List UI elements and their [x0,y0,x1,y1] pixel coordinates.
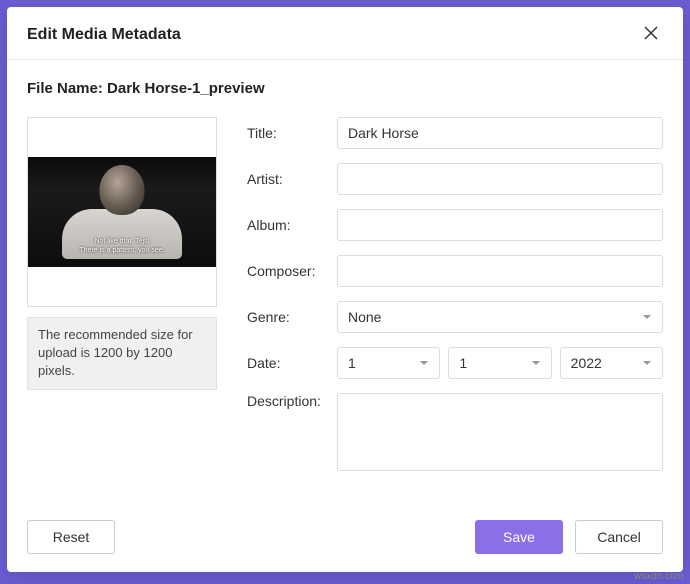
input-album[interactable] [337,209,663,241]
row-title: Title: [247,117,663,149]
cancel-button[interactable]: Cancel [575,520,663,554]
thumbnail-box[interactable]: Not like that, Tejs! There is a pattern,… [27,117,217,307]
file-name-value: Dark Horse-1_preview [107,80,265,97]
thumbnail-image: Not like that, Tejs! There is a pattern,… [28,157,216,267]
input-artist[interactable] [337,163,663,195]
select-genre[interactable]: None [337,301,663,333]
select-year-value: 2022 [571,355,602,371]
modal-title: Edit Media Metadata [27,26,181,44]
select-day-value: 1 [348,355,356,371]
row-composer: Composer: [247,255,663,287]
chevron-down-icon [419,355,429,371]
content-row: Not like that, Tejs! There is a pattern,… [27,117,663,485]
row-artist: Artist: [247,163,663,195]
thumbnail-subtitle: Not like that, Tejs! There is a pattern,… [79,237,164,255]
select-date-day[interactable]: 1 [337,347,440,379]
label-genre: Genre: [247,309,337,325]
modal-body: File Name: Dark Horse-1_preview Not like… [7,60,683,506]
row-description: Description: [247,393,663,471]
footer-right: Save Cancel [475,520,663,554]
edit-metadata-modal: Edit Media Metadata File Name: Dark Hors… [7,7,683,572]
chevron-down-icon [642,309,652,325]
select-date-month[interactable]: 1 [448,347,551,379]
select-genre-value: None [348,309,381,325]
file-name-prefix: File Name: [27,80,107,97]
modal-footer: Reset Save Cancel [7,506,683,572]
label-album: Album: [247,217,337,233]
select-date-year[interactable]: 2022 [560,347,663,379]
input-composer[interactable] [337,255,663,287]
row-album: Album: [247,209,663,241]
input-title[interactable] [337,117,663,149]
reset-button[interactable]: Reset [27,520,115,554]
upload-hint: The recommended size for upload is 1200 … [27,317,217,390]
row-genre: Genre: None [247,301,663,333]
modal-header: Edit Media Metadata [7,7,683,59]
label-date: Date: [247,355,337,371]
label-artist: Artist: [247,171,337,187]
textarea-description[interactable] [337,393,663,471]
row-date: Date: 1 1 [247,347,663,379]
chevron-down-icon [642,355,652,371]
chevron-down-icon [531,355,541,371]
close-button[interactable] [639,23,663,47]
label-description: Description: [247,393,337,409]
watermark: wsxdn.com [634,571,684,582]
date-group: 1 1 2022 [337,347,663,379]
close-icon [643,25,659,46]
select-month-value: 1 [459,355,467,371]
file-name-line: File Name: Dark Horse-1_preview [27,80,663,97]
label-title: Title: [247,125,337,141]
label-composer: Composer: [247,263,337,279]
left-column: Not like that, Tejs! There is a pattern,… [27,117,217,485]
right-column: Title: Artist: Album: Composer: Genre: [247,117,663,485]
save-button[interactable]: Save [475,520,563,554]
